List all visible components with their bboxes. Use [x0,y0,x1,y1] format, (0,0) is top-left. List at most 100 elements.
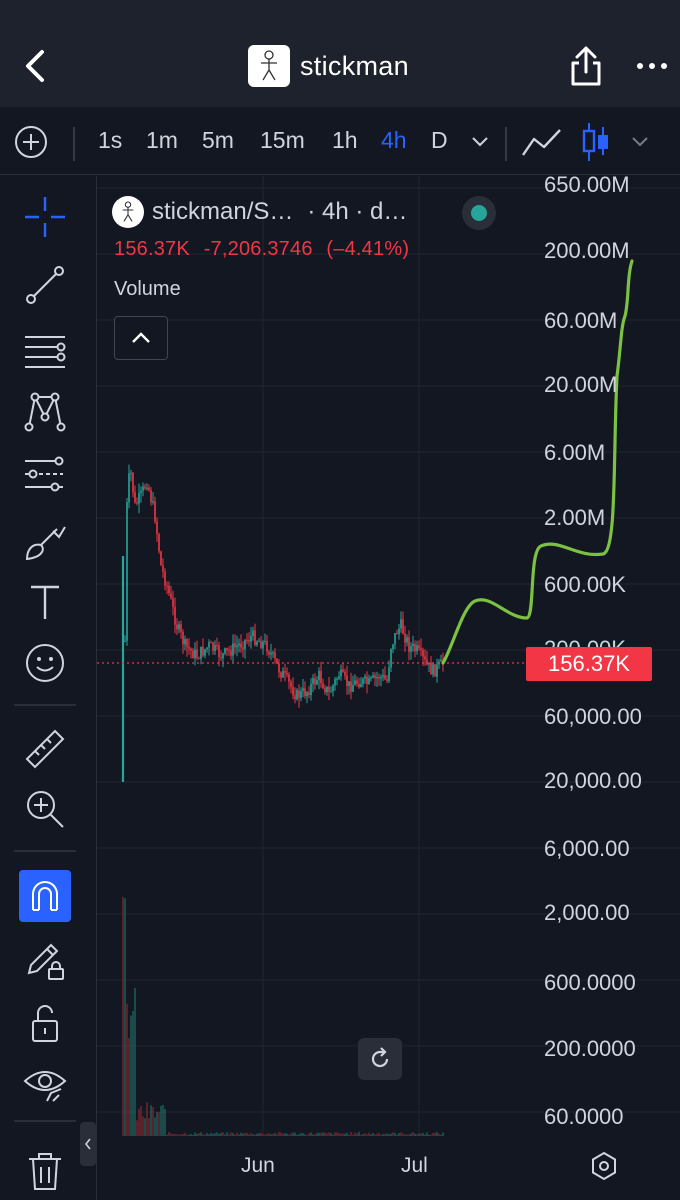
add-indicator-button[interactable] [14,125,48,159]
volume-bar [180,1134,182,1136]
timeframe-1s[interactable]: 1s [98,127,122,154]
visibility-tool[interactable] [20,1058,70,1108]
toolbar-divider [14,704,76,706]
back-button[interactable] [18,46,54,86]
candle [282,671,284,678]
candle [190,648,192,651]
candle [334,679,336,686]
volume-bar [124,898,126,1136]
delete-tool[interactable] [20,1146,70,1196]
chart-settings-button[interactable] [588,1150,620,1182]
symbol-legend[interactable]: stickman/S… · 4h · d… [112,192,407,232]
zoom-in-tool[interactable] [20,784,70,834]
text-tool[interactable] [20,576,70,626]
crosshair-tool[interactable] [20,192,70,242]
candle [412,643,414,647]
volume-bar [342,1133,344,1136]
volume-bar [356,1133,358,1136]
volume-bar [166,1134,168,1136]
line-chart-icon[interactable] [520,125,564,161]
legend-symbol: stickman/S… [152,198,294,225]
candle [366,676,368,684]
timeframe-1m[interactable]: 1m [146,127,178,154]
brush-icon [25,526,66,561]
candle [410,646,412,652]
chevron-down-icon[interactable] [630,135,650,149]
candle [252,630,254,636]
volume-bar [366,1134,368,1136]
trend-line-tool[interactable] [20,260,70,310]
candle [230,650,232,656]
candle [322,683,324,689]
candle [308,692,310,695]
candle [178,624,180,630]
volume-label: Volume [114,278,181,300]
volume-bar [132,1011,134,1136]
volume-bar [282,1133,284,1136]
volume-bar [414,1133,416,1136]
price-axis-label: 20,000.00 [544,768,642,793]
volume-bar [374,1134,376,1136]
brush-tool[interactable] [20,516,70,566]
candle [220,657,222,659]
volume-bar [360,1134,362,1136]
volume-bar [150,1105,152,1136]
candle [284,671,286,673]
candle [254,630,256,645]
volume-bar [246,1132,248,1136]
volume-bar [386,1133,388,1136]
more-menu-button[interactable] [632,56,672,76]
volume-bar [216,1132,218,1136]
timeframe-bar: 1s 1m 5m 15m 1h 4h D [0,107,680,175]
volume-bar [392,1132,394,1136]
unlock-tool[interactable] [20,998,70,1048]
volume-bar [364,1133,366,1136]
toolbar-collapse-handle[interactable] [80,1122,96,1166]
volume-bar [394,1132,396,1136]
volume-bar [358,1132,360,1136]
candle [196,649,198,659]
volume-bar [352,1134,354,1136]
candlestick-icon[interactable] [582,121,610,163]
volume-bar [268,1133,270,1136]
volume-bar [426,1132,428,1136]
market-status-indicator[interactable] [462,196,496,230]
volume-bar [438,1133,440,1136]
candle [350,681,352,692]
volume-bar [354,1132,356,1136]
candle [150,490,152,503]
ruler-tool[interactable] [20,724,70,774]
candle [432,664,434,675]
volume-bar [418,1133,420,1136]
emoji-tool[interactable] [20,638,70,688]
timeframe-5m[interactable]: 5m [202,127,234,154]
chevron-down-icon[interactable] [470,135,490,149]
volume-bar [210,1132,212,1136]
change-value: -7,206.3746 [203,238,313,260]
candle [420,648,422,651]
timeframe-d[interactable]: D [431,127,448,154]
candle [430,662,432,675]
timeframe-15m[interactable]: 15m [260,127,305,154]
candle [172,598,174,607]
pattern-tool[interactable] [20,386,70,436]
fib-retracement-tool[interactable] [20,326,70,376]
price-axis-label: 60.0000 [544,1104,624,1129]
price-axis-label: 200.0000 [544,1036,636,1061]
volume-bar [224,1134,226,1136]
legend-avatar [112,196,144,228]
lock-drawing-tool[interactable] [20,934,70,984]
share-button[interactable] [566,44,606,88]
timeframe-4h[interactable]: 4h [381,127,407,154]
collapse-legend-button[interactable] [114,316,168,360]
timeframe-1h[interactable]: 1h [332,127,358,154]
prediction-tool[interactable] [20,450,70,500]
reset-chart-button[interactable] [358,1038,402,1080]
candle [396,633,398,635]
candle [180,624,182,632]
magnet-tool[interactable] [19,870,71,922]
symbol-title[interactable]: stickman [248,44,409,88]
chevron-up-icon [132,332,150,343]
candle [170,593,172,599]
candle [372,675,374,678]
